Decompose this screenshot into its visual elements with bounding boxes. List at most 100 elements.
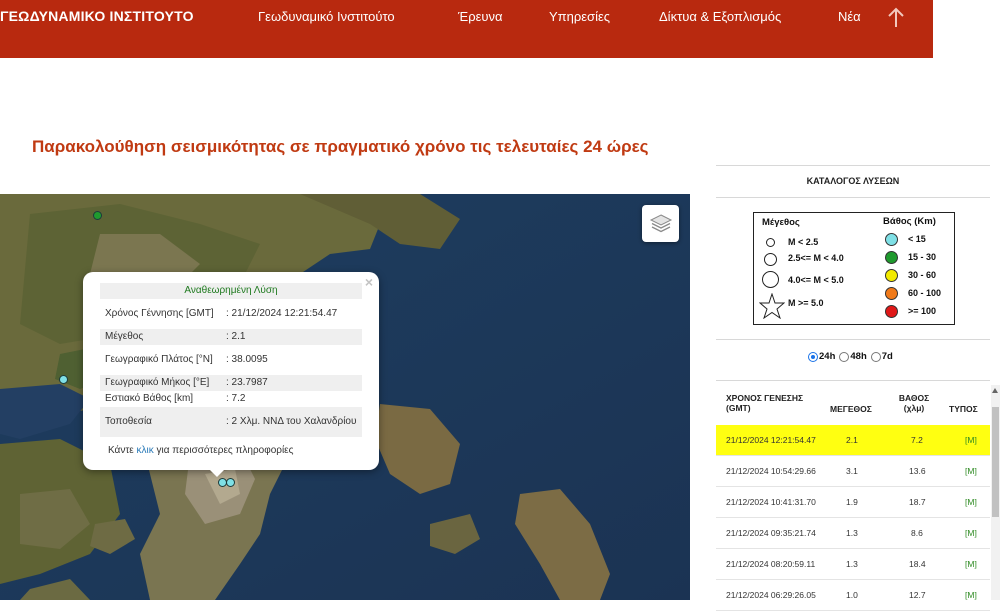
- nav-item-geodynamic-institute[interactable]: Γεωδυναμικό Ινστιτούτο: [258, 9, 395, 24]
- cell-depth: 18.7: [909, 497, 926, 507]
- legend-magnitude-label: 4.0<= M < 5.0: [788, 275, 844, 285]
- divider: [716, 165, 990, 166]
- cell-depth: 13.6: [909, 466, 926, 476]
- table-row[interactable]: 21/12/2024 12:21:54.47 2.1 7.2 [M]: [716, 425, 990, 456]
- radio-24h[interactable]: [808, 351, 818, 362]
- map-layers-button[interactable]: [642, 205, 679, 242]
- nav-item-news[interactable]: Νέα: [838, 9, 861, 24]
- divider: [716, 380, 990, 381]
- column-header-time: ΧΡΟΝΟΣ ΓΕΝΕΣΗΣ (GMT): [726, 393, 804, 413]
- legend-magnitude-label: M >= 5.0: [788, 298, 824, 308]
- magnitude-star-icon: [759, 293, 785, 319]
- popup-footer: Κάντε κλικ για περισσότερες πληροφορίες: [108, 445, 293, 456]
- magnitude-large-circle-icon: [762, 271, 779, 288]
- detail-value: : 2.1: [221, 329, 362, 345]
- nav-item-services[interactable]: Υπηρεσίες: [549, 9, 610, 24]
- detail-value: : 2 Χλμ. ΝΝΔ του Χαλανδρίου: [221, 407, 362, 437]
- magnitude-small-circle-icon: [766, 238, 775, 247]
- top-navigation-bar: ΓΕΩΔΥΝΑΜΙΚΟ ΙΝΣΤΙΤΟΥΤΟ Γεωδυναμικό Ινστι…: [0, 0, 933, 58]
- cell-type: [M]: [965, 435, 977, 445]
- divider: [716, 197, 990, 198]
- radio-label-24h: 24h: [819, 351, 836, 362]
- radio-label-48h: 48h: [850, 351, 867, 362]
- detail-label: Μέγεθος: [100, 329, 221, 345]
- table-row[interactable]: 21/12/2024 06:29:26.05 1.0 12.7 [M]: [716, 580, 990, 611]
- more-info-link[interactable]: κλικ: [137, 445, 154, 456]
- time-range-filter: 24h 48h 7d: [808, 351, 896, 362]
- legend-depth-label: < 15: [908, 234, 926, 244]
- table-scrollbar[interactable]: [991, 385, 1000, 600]
- table-row[interactable]: 21/12/2024 09:35:21.74 1.3 8.6 [M]: [716, 518, 990, 549]
- table-row[interactable]: 21/12/2024 10:54:29.66 3.1 13.6 [M]: [716, 456, 990, 487]
- detail-label: Χρόνος Γέννησης [GMT]: [105, 308, 214, 319]
- legend-magnitude-label: M < 2.5: [788, 237, 819, 247]
- nav-item-research[interactable]: Έρευνα: [458, 9, 503, 24]
- detail-label: Εστιακό Βάθος [km]: [105, 393, 194, 404]
- layers-icon: [649, 213, 672, 232]
- cell-magnitude: 1.3: [846, 528, 858, 538]
- earthquake-marker[interactable]: [59, 375, 68, 384]
- column-header-depth: ΒΑΘΟΣ (χλμ): [898, 393, 930, 413]
- legend-depth-label: >= 100: [908, 306, 937, 316]
- depth-color-swatch: [885, 269, 898, 282]
- cell-depth: 8.6: [911, 528, 923, 538]
- column-header-type: ΤΥΠΟΣ: [949, 404, 978, 414]
- scroll-up-arrow-icon[interactable]: [885, 6, 907, 30]
- cell-magnitude: 3.1: [846, 466, 858, 476]
- detail-value: : 7.2: [226, 393, 246, 404]
- detail-label: Γεωγραφικό Πλάτος [°N]: [105, 354, 213, 365]
- earthquake-marker-selected[interactable]: [226, 478, 235, 487]
- cell-time: 21/12/2024 10:41:31.70: [726, 497, 816, 507]
- scroll-up-icon[interactable]: [992, 388, 998, 393]
- cell-type: [M]: [965, 466, 977, 476]
- cell-type: [M]: [965, 497, 977, 507]
- cell-depth: 18.4: [909, 559, 926, 569]
- map-legend: Μέγεθος Βάθος (Km) M < 2.5 2.5<= M < 4.0…: [753, 212, 955, 325]
- detail-value: : 21/12/2024 12:21:54.47: [226, 308, 338, 319]
- popup-footer-text: για περισσότερες πληροφορίες: [153, 445, 294, 456]
- popup-close-button[interactable]: ×: [365, 274, 373, 290]
- cell-magnitude: 1.0: [846, 590, 858, 600]
- cell-type: [M]: [965, 528, 977, 538]
- cell-magnitude: 2.1: [846, 435, 858, 445]
- popup-heading: Αναθεωρημένη Λύση: [100, 283, 362, 299]
- detail-value: : 38.0095: [226, 354, 268, 365]
- divider: [716, 339, 990, 340]
- detail-value: : 23.7987: [221, 375, 362, 391]
- depth-color-swatch: [885, 305, 898, 318]
- magnitude-medium-circle-icon: [764, 253, 777, 266]
- site-brand[interactable]: ΓΕΩΔΥΝΑΜΙΚΟ ΙΝΣΤΙΤΟΥΤΟ: [0, 8, 194, 24]
- event-details-table: Αναθεωρημένη Λύση Χρόνος Γέννησης [GMT] …: [100, 283, 362, 437]
- cell-time: 21/12/2024 08:20:59.11: [726, 559, 816, 569]
- cell-magnitude: 1.9: [846, 497, 858, 507]
- depth-color-swatch: [885, 287, 898, 300]
- radio-48h[interactable]: [839, 351, 850, 362]
- detail-label: Γεωγραφικό Μήκος [°E]: [100, 375, 221, 391]
- cell-type: [M]: [965, 559, 977, 569]
- cell-time: 21/12/2024 12:21:54.47: [726, 435, 816, 445]
- legend-depth-label: 60 - 100: [908, 288, 942, 298]
- scrollbar-thumb[interactable]: [992, 407, 999, 517]
- legend-depth-label: 30 - 60: [908, 270, 937, 280]
- cell-depth: 12.7: [909, 590, 926, 600]
- cell-time: 21/12/2024 09:35:21.74: [726, 528, 816, 538]
- radio-label-7d: 7d: [881, 351, 893, 362]
- nav-item-networks-equipment[interactable]: Δίκτυα & Εξοπλισμός: [659, 9, 781, 24]
- column-header-magnitude: ΜΕΓΕΘΟΣ: [830, 404, 872, 414]
- radio-7d[interactable]: [870, 351, 881, 362]
- earthquake-marker[interactable]: [93, 211, 102, 220]
- popup-pointer: [208, 468, 226, 477]
- legend-depth-label: 15 - 30: [908, 252, 937, 262]
- cell-type: [M]: [965, 590, 977, 600]
- legend-magnitude-label: 2.5<= M < 4.0: [788, 253, 844, 263]
- page-title: Παρακολούθηση σεισμικότητας σε πραγματικ…: [32, 137, 649, 156]
- depth-color-swatch: [885, 233, 898, 246]
- cell-depth: 7.2: [911, 435, 923, 445]
- popup-footer-text: Κάντε: [108, 445, 137, 456]
- legend-depth-title: Βάθος (Km): [883, 216, 936, 227]
- table-row[interactable]: 21/12/2024 10:41:31.70 1.9 18.7 [M]: [716, 487, 990, 518]
- catalog-title: ΚΑΤΑΛΟΓΟΣ ΛΥΣΕΩΝ: [806, 176, 900, 186]
- detail-label: Τοποθεσία: [100, 407, 221, 437]
- table-row[interactable]: 21/12/2024 08:20:59.11 1.3 18.4 [M]: [716, 549, 990, 580]
- event-info-popup: × Αναθεωρημένη Λύση Χρόνος Γέννησης [GMT…: [83, 272, 379, 470]
